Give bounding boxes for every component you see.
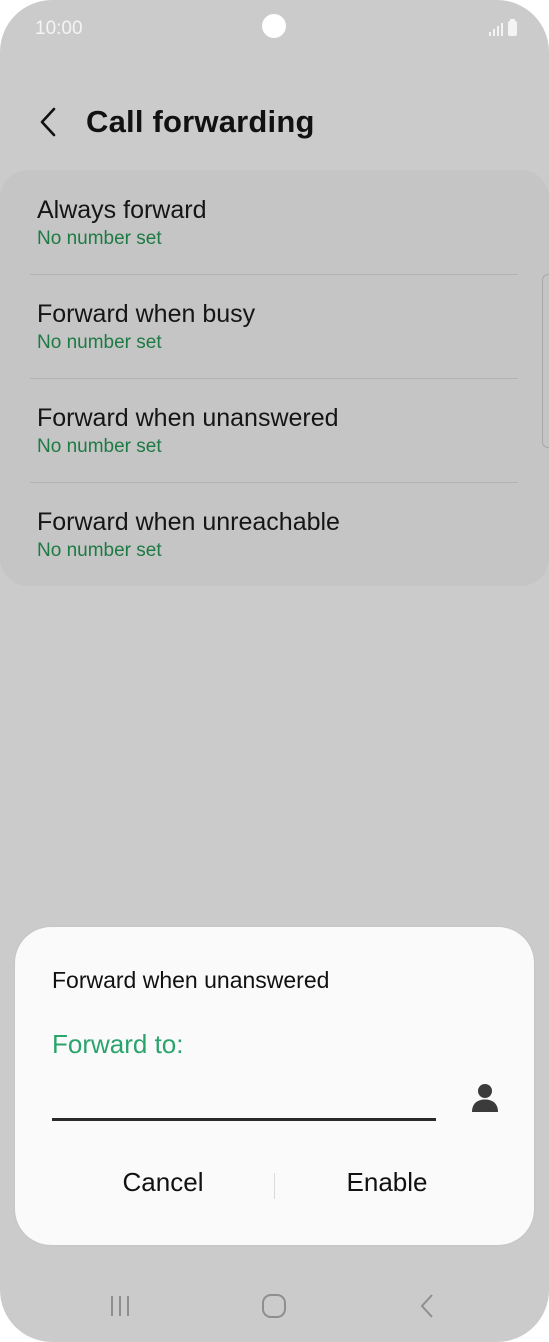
battery-icon bbox=[508, 19, 517, 36]
recents-icon bbox=[111, 1296, 129, 1316]
option-forward-when-unreachable[interactable]: Forward when unreachable No number set bbox=[37, 507, 340, 563]
enable-button[interactable]: Enable bbox=[292, 1167, 482, 1198]
page-title: Call forwarding bbox=[86, 104, 315, 139]
back-button[interactable] bbox=[30, 102, 66, 142]
option-subtitle: No number set bbox=[37, 228, 162, 249]
scrollbar[interactable] bbox=[542, 274, 549, 448]
forward-number-input[interactable] bbox=[52, 1079, 436, 1113]
camera-cutout bbox=[262, 14, 286, 38]
status-time: 10:00 bbox=[35, 18, 83, 39]
contact-picker-button[interactable] bbox=[467, 1079, 503, 1119]
option-title: Forward when busy bbox=[37, 300, 256, 328]
forwarding-options-card: Always forward No number set Forward whe… bbox=[0, 170, 549, 586]
input-underline bbox=[52, 1118, 436, 1121]
contact-person-icon bbox=[472, 1084, 498, 1112]
option-forward-when-unanswered[interactable]: Forward when unanswered No number set bbox=[37, 403, 339, 459]
forward-dialog: Forward when unanswered Forward to: Canc… bbox=[15, 927, 534, 1245]
dialog-title: Forward when unanswered bbox=[52, 967, 330, 993]
option-title: Forward when unanswered bbox=[37, 404, 339, 432]
back-arrow-icon bbox=[40, 107, 56, 137]
option-always-forward[interactable]: Always forward No number set bbox=[37, 195, 207, 251]
option-forward-when-busy[interactable]: Forward when busy No number set bbox=[37, 299, 255, 355]
nav-back-icon bbox=[420, 1294, 433, 1318]
status-icons bbox=[489, 19, 517, 36]
nav-recents-button[interactable] bbox=[103, 1292, 137, 1320]
option-subtitle: No number set bbox=[37, 540, 162, 561]
forward-to-label: Forward to: bbox=[52, 1029, 184, 1059]
nav-back-button[interactable] bbox=[412, 1292, 442, 1320]
option-subtitle: No number set bbox=[37, 332, 162, 353]
signal-icon bbox=[489, 20, 503, 36]
divider bbox=[30, 482, 518, 483]
status-bar: 10:00 bbox=[0, 0, 549, 60]
divider bbox=[30, 274, 518, 275]
option-title: Forward when unreachable bbox=[37, 508, 340, 536]
nav-home-button[interactable] bbox=[256, 1292, 292, 1320]
phone-screen: 10:00 Call forwarding Always forward No … bbox=[0, 0, 549, 1342]
home-icon bbox=[262, 1294, 286, 1318]
button-separator bbox=[274, 1173, 275, 1199]
option-title: Always forward bbox=[37, 196, 207, 224]
cancel-button[interactable]: Cancel bbox=[68, 1167, 258, 1198]
navigation-bar bbox=[0, 1270, 549, 1342]
option-subtitle: No number set bbox=[37, 436, 162, 457]
app-header: Call forwarding bbox=[0, 90, 549, 154]
divider bbox=[30, 378, 518, 379]
